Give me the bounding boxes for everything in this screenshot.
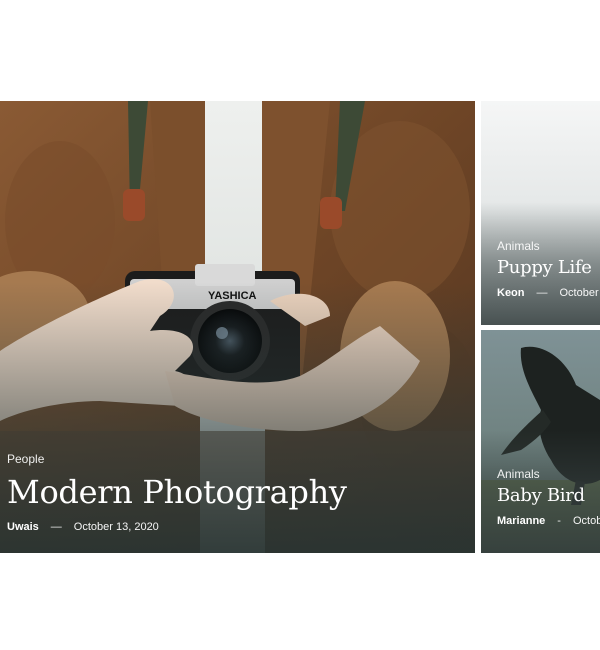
post-title[interactable]: Modern Photography	[7, 473, 347, 511]
post-meta: Animals Puppy Life Keon — October 13, 20…	[497, 239, 600, 299]
post-card-baby-bird[interactable]: Animals Baby Bird Marianne - October 13,…	[481, 330, 600, 553]
post-author[interactable]: Uwais	[7, 521, 39, 533]
post-meta: People Modern Photography Uwais — Octobe…	[7, 452, 347, 533]
post-card-puppy-life[interactable]: Animals Puppy Life Keon — October 13, 20…	[481, 101, 600, 325]
post-byline: Keon — October 13, 2020	[497, 287, 600, 299]
post-date: October 13, 2020	[73, 521, 159, 533]
byline-separator: -	[557, 515, 561, 527]
post-category[interactable]: Animals	[497, 239, 600, 253]
post-category[interactable]: People	[7, 452, 347, 466]
post-byline: Marianne - October 13, 2020	[497, 515, 600, 527]
byline-separator: —	[50, 521, 62, 533]
post-title[interactable]: Puppy Life	[497, 257, 600, 278]
post-meta: Animals Baby Bird Marianne - October 13,…	[497, 467, 600, 527]
post-date: October 13, 2020	[559, 287, 600, 299]
post-date: October 13, 2020	[572, 515, 600, 527]
byline-separator: —	[536, 287, 548, 299]
post-category[interactable]: Animals	[497, 467, 600, 481]
post-title[interactable]: Baby Bird	[497, 485, 600, 506]
post-byline: Uwais — October 13, 2020	[7, 521, 347, 533]
post-card-modern-photography[interactable]: YASHICA People Modern Photography Uwais …	[0, 101, 475, 553]
post-author[interactable]: Keon	[497, 287, 525, 299]
post-author[interactable]: Marianne	[497, 515, 545, 527]
